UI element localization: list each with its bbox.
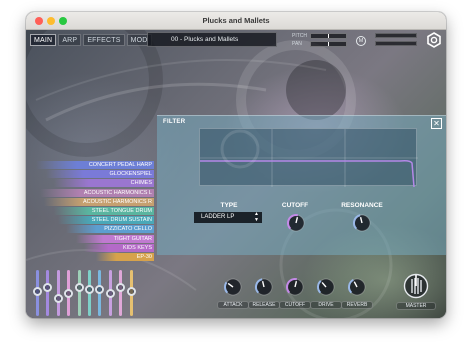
main-tabs: MAIN ARP EFFECTS MOD [30, 34, 152, 46]
resonance-knob[interactable] [352, 213, 372, 233]
instrument-panel: MAIN ARP EFFECTS MOD 00 - Plucks and Mal… [26, 30, 446, 318]
output-meter-left [375, 33, 417, 38]
filter-type-select[interactable]: LADDER LP ▲ ▼ [194, 211, 262, 223]
volume-slider[interactable] [33, 270, 42, 316]
master-knob[interactable] [403, 273, 429, 299]
output-meter-right [375, 41, 417, 46]
volume-slider-thumb[interactable] [126, 286, 136, 296]
reverb-knob[interactable] [347, 277, 367, 297]
instrument-item[interactable]: GLOCKENSPIEL [46, 170, 154, 179]
instrument-item[interactable]: STEEL TONGUE DRUM [54, 207, 154, 215]
volume-slider[interactable] [126, 270, 136, 316]
preset-selector[interactable]: 00 - Plucks and Mallets [147, 32, 277, 47]
close-icon[interactable]: ✕ [431, 118, 442, 129]
title-bar: Plucks and Mallets [26, 12, 446, 30]
volume-slider[interactable] [85, 270, 94, 316]
gear-icon[interactable] [426, 32, 442, 48]
filter-response-graph[interactable] [199, 128, 418, 188]
filter-type-value: LADDER LP [201, 214, 235, 220]
cutoff-knob[interactable] [285, 277, 305, 297]
volume-slider-thumb[interactable] [33, 286, 42, 296]
instrument-item[interactable]: CONCERT PEDAL HARP [36, 161, 154, 169]
drive-knob[interactable] [316, 277, 336, 297]
instrument-item[interactable]: TIGHT GUITAR [76, 234, 154, 243]
instrument-item[interactable]: CHIMES [54, 179, 154, 188]
reverb-knob-label: REVERB [341, 301, 373, 309]
type-label: TYPE [220, 202, 238, 209]
filter-curve [200, 129, 418, 188]
volume-slider[interactable] [95, 270, 105, 316]
resonance-label: RESONANCE [341, 202, 383, 209]
pan-slider[interactable] [310, 41, 347, 47]
drive-knob-label: DRIVE [310, 301, 342, 309]
volume-slider[interactable] [53, 270, 63, 316]
instrument-item[interactable]: PIZZICATO CELLO [66, 225, 154, 234]
instrument-item[interactable]: ACOUSTIC HARMONICS L [40, 188, 154, 197]
attack-knob-label: ATTACK [217, 301, 249, 309]
volume-slider[interactable] [116, 270, 126, 316]
cutoff-knob-label: CUTOFF [279, 301, 311, 309]
window-title: Plucks and Mallets [202, 16, 270, 25]
volume-slider[interactable] [74, 270, 84, 316]
tab-main[interactable]: MAIN [30, 34, 57, 46]
pitch-center-marker [328, 34, 329, 38]
filter-title: FILTER [163, 119, 186, 125]
instrument-item[interactable]: KIDS KEYS [84, 243, 154, 252]
release-knob[interactable] [254, 277, 274, 297]
volume-slider-thumb[interactable] [105, 289, 115, 298]
pitch-slider[interactable] [310, 33, 347, 39]
release-knob-label: RELEASE [248, 301, 280, 309]
instrument-item[interactable]: EP-30 [96, 253, 154, 261]
instrument-item[interactable]: ACOUSTIC HARMONICS R [44, 197, 154, 206]
volume-slider[interactable] [64, 270, 74, 316]
pitch-label: PITCH [292, 33, 307, 39]
attack-knob[interactable] [223, 277, 243, 297]
cutoff-label: CUTOFF [281, 202, 309, 209]
tab-effects[interactable]: EFFECTS [83, 34, 125, 46]
pan-center-marker [328, 42, 329, 46]
app-window: Plucks and Mallets MAIN ARP EFFECTS MOD … [26, 12, 446, 318]
pan-label: PAN [292, 41, 302, 47]
select-arrows-icon: ▲ ▼ [254, 211, 259, 223]
master-label: MASTER [396, 302, 436, 310]
volume-slider-thumb[interactable] [53, 293, 63, 303]
cutoff-knob[interactable] [286, 213, 306, 233]
mono-button[interactable]: M [356, 36, 366, 46]
filter-panel: FILTER ✕ TYPE LADDER LP ▲ ▼ CUTOFF RESONA… [157, 115, 446, 255]
instrument-item[interactable]: STEEL DRUM SUSTAIN [58, 216, 154, 225]
tab-arp[interactable]: ARP [58, 34, 82, 46]
volume-slider[interactable] [105, 270, 115, 316]
volume-slider[interactable] [43, 270, 53, 316]
